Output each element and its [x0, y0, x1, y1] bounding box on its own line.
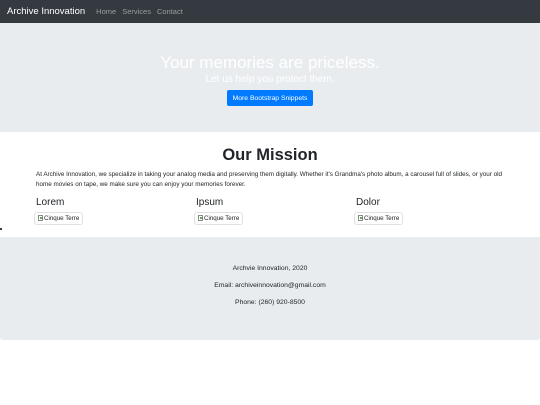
- navbar: Archive Innovation Home Services Contact: [0, 0, 540, 23]
- image-thumbnail: Cinque Terre: [354, 211, 404, 225]
- more-snippets-button[interactable]: More Bootstrap Snippets: [227, 90, 313, 106]
- column-heading: Ipsum: [196, 197, 224, 208]
- nav-link-home[interactable]: Home: [96, 7, 116, 16]
- column-dolor: Dolor Cinque Terre: [354, 197, 516, 226]
- broken-image-icon: [38, 215, 43, 221]
- hero-title: Your memories are priceless.: [160, 53, 380, 72]
- column-heading: Dolor: [356, 197, 380, 208]
- mission-text: At Archive Innovation, we specialize in …: [36, 171, 503, 188]
- nav-link-services[interactable]: Services: [122, 7, 151, 16]
- image-alt-text: Cinque Terre: [44, 214, 80, 222]
- hero-jumbotron: Your memories are priceless. Let us help…: [0, 23, 540, 132]
- broken-image-icon: [198, 215, 203, 221]
- footer-copyright: Archvie Innovation, 2020: [232, 265, 308, 272]
- broken-image-icon: [358, 215, 363, 221]
- hero-subtitle: Let us help you protect them.: [205, 74, 335, 85]
- image-thumbnail: Cinque Terre: [34, 211, 84, 225]
- footer-email: Email: archiveinnovation@gmail.com: [214, 282, 326, 289]
- column-ipsum: Ipsum Cinque Terre: [194, 197, 356, 226]
- navbar-brand[interactable]: Archive Innovation: [7, 6, 85, 17]
- image-thumbnail: Cinque Terre: [194, 211, 244, 225]
- column-heading: Lorem: [36, 197, 65, 208]
- edge-mark: [0, 228, 2, 230]
- nav-link-contact[interactable]: Contact: [157, 7, 183, 16]
- footer: Archvie Innovation, 2020 Email: archivei…: [0, 237, 540, 340]
- footer-phone: Phone: (260) 920-8500: [235, 299, 305, 306]
- column-lorem: Lorem Cinque Terre: [34, 197, 196, 226]
- mission-title: Our Mission: [222, 146, 318, 164]
- image-alt-text: Cinque Terre: [364, 214, 400, 222]
- image-alt-text: Cinque Terre: [204, 214, 240, 222]
